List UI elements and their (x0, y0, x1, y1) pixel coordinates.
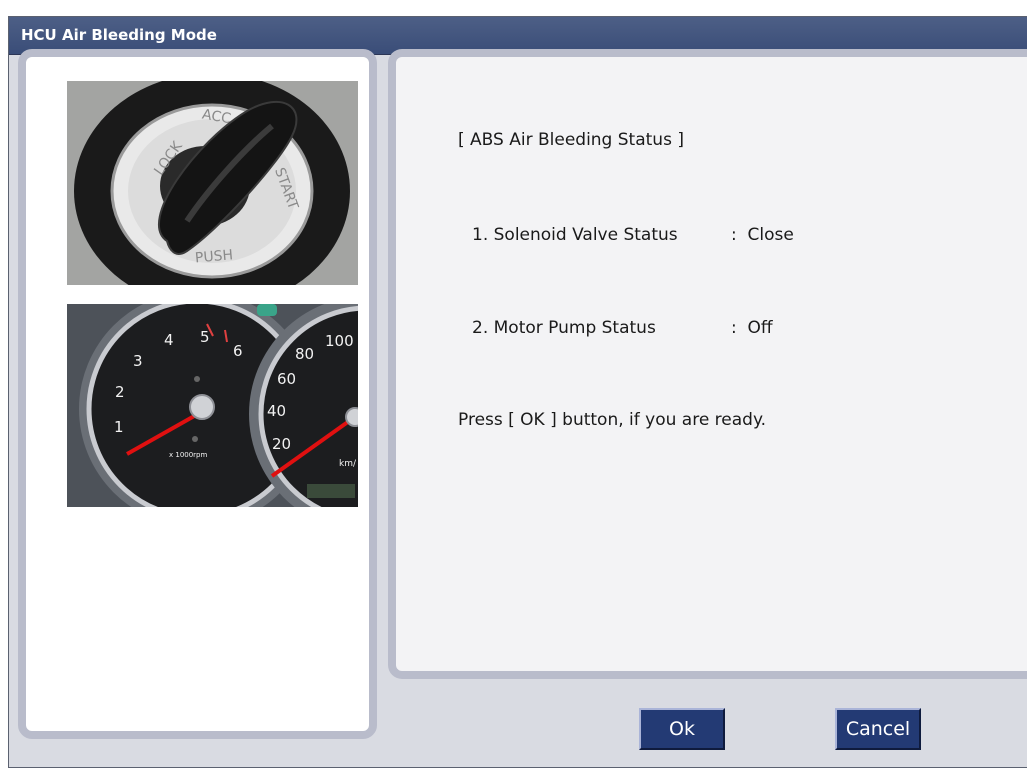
tach-tick-6: 6 (233, 342, 243, 360)
tach-tick-1: 1 (114, 418, 124, 436)
speed-tick-80: 80 (295, 345, 314, 363)
speed-unit: km/ (339, 459, 357, 469)
tach-tick-3: 3 (133, 352, 143, 370)
solenoid-valve-value: : Close (731, 225, 794, 245)
ok-button[interactable]: Ok (639, 708, 725, 750)
speed-tick-60: 60 (277, 370, 296, 388)
motor-pump-value: : Off (731, 318, 773, 338)
status-heading: [ ABS Air Bleeding Status ] (458, 130, 684, 150)
ignition-key-icon: LOCK ACC START PUSH (67, 81, 358, 285)
speed-tick-20: 20 (272, 435, 291, 453)
tach-tick-5: 5 (200, 328, 210, 346)
solenoid-valve-label: 1. Solenoid Valve Status (472, 225, 678, 245)
ignition-key-image: LOCK ACC START PUSH (67, 81, 358, 285)
tach-tick-2: 2 (115, 383, 125, 401)
speed-tick-100: 100 (325, 332, 354, 350)
instruction-text: Press [ OK ] button, if you are ready. (458, 410, 767, 430)
speed-tick-40: 40 (267, 402, 286, 420)
window-title: HCU Air Bleeding Mode (21, 26, 217, 44)
cancel-button[interactable]: Cancel (835, 708, 921, 750)
instrument-cluster-image: 1 2 3 4 5 6 x 1000rpm 20 40 60 80 100 km… (67, 304, 358, 507)
instrument-cluster-icon: 1 2 3 4 5 6 x 1000rpm 20 40 60 80 100 km… (67, 304, 358, 507)
tach-unit: x 1000rpm (169, 451, 208, 459)
tach-tick-4: 4 (164, 331, 174, 349)
motor-pump-label: 2. Motor Pump Status (472, 318, 656, 338)
ignition-label-push: PUSH (194, 247, 233, 266)
